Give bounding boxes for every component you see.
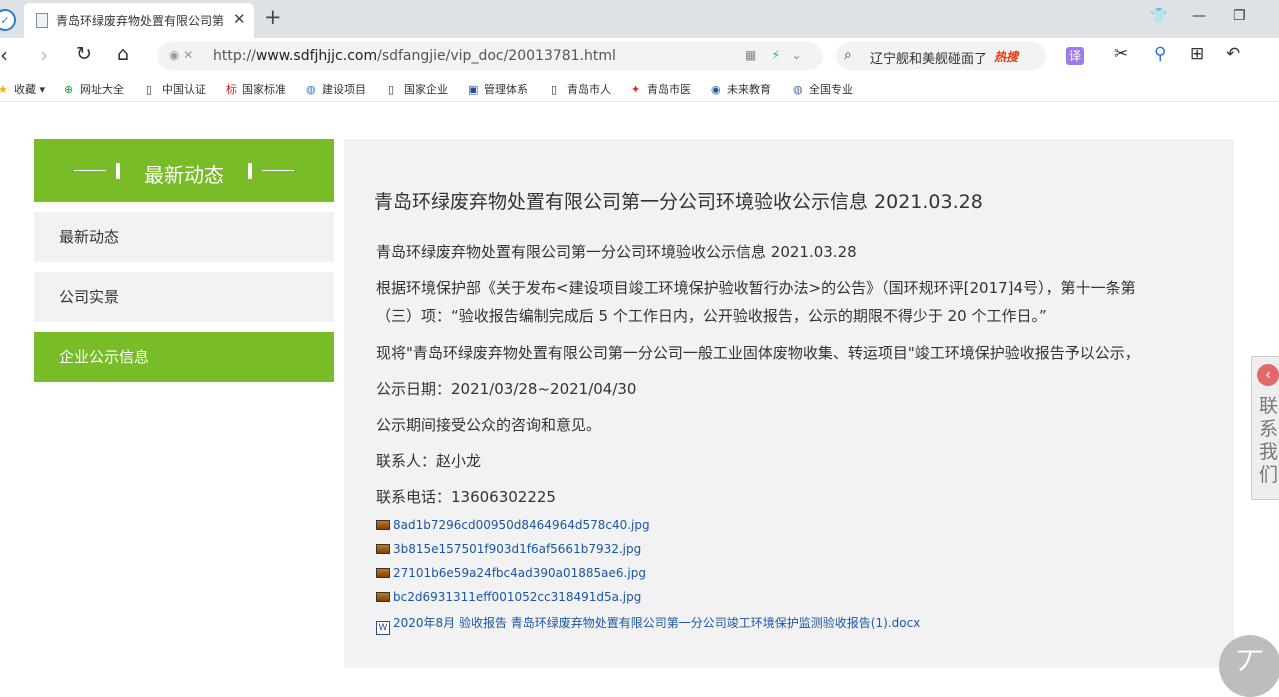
bookmark-item[interactable]: ▯ 青岛市人	[551, 81, 611, 97]
globe-icon: ◍	[306, 83, 316, 96]
star-icon: ★	[0, 83, 8, 96]
page-icon	[36, 13, 48, 28]
search-box[interactable]: ⌕ 辽宁舰和美舰碰面了 热搜	[836, 42, 1046, 70]
divider	[248, 163, 252, 179]
search-suggestion[interactable]: 辽宁舰和美舰碰面了	[870, 48, 987, 67]
article-line: 公示期间接受公众的咨询和意见。	[376, 416, 602, 434]
article-line: 根据环境保护部《关于发布<建设项目竣工环境保护验收暂行办法>的公告》（国环规环评…	[376, 279, 1136, 297]
image-file-icon	[376, 568, 390, 578]
article-title: 青岛环绿废弃物处置有限公司第一分公司环境验收公示信息 2021.03.28	[374, 191, 983, 213]
attachment-link[interactable]: 3b815e157501f903d1f6af5661b7932.jpg	[376, 542, 641, 556]
biao-icon: 标	[226, 83, 237, 96]
security-icon[interactable]: ◉ ✕	[169, 48, 193, 62]
translate-icon[interactable]: 译	[1066, 47, 1084, 65]
sidebar-title: 最新动态	[144, 163, 224, 187]
bookmark-item[interactable]: ▯ 国家企业	[388, 81, 448, 97]
sidebar-item-public-info[interactable]: 企业公示信息	[34, 332, 334, 382]
url-text[interactable]: http://www.sdfjhjjc.com/sdfangjie/vip_do…	[213, 48, 616, 64]
magnifier-icon[interactable]: ⚲	[1154, 44, 1166, 64]
restore-icon[interactable]: ❐	[1233, 8, 1246, 24]
contact-us-label: 联系我们	[1259, 395, 1279, 486]
scissors-icon[interactable]: ✂	[1114, 44, 1128, 64]
bookmark-item[interactable]: 标国家标准	[226, 81, 286, 97]
attachment-link[interactable]: W 2020年8月 验收报告 青岛环绿废弃物处置有限公司第一分公司竣工环境保护监测…	[376, 614, 920, 635]
grid-icon[interactable]: ⊞	[1190, 44, 1204, 64]
article-panel: 青岛环绿废弃物处置有限公司第一分公司环境验收公示信息 2021.03.28 青岛…	[344, 139, 1234, 668]
article-line: 青岛环绿废弃物处置有限公司第一分公司环境验收公示信息 2021.03.28	[376, 243, 857, 261]
sidebar-item-news[interactable]: 最新动态	[34, 212, 334, 262]
sidebar-header: 最新动态	[34, 139, 334, 202]
web-page: 最新动态 最新动态 公司实景 企业公示信息 青岛环绿废弃物处置有限公司第一分公司…	[0, 103, 1279, 697]
contact-phone: 联系电话：13606302225	[376, 488, 556, 506]
plus-circle-icon: ⊕	[64, 83, 74, 96]
bookmark-item[interactable]: ✦ 青岛市医	[631, 81, 691, 97]
shirt-icon[interactable]: 👕	[1150, 8, 1167, 24]
image-file-icon	[376, 544, 390, 554]
tab-strip: ✓ 青岛环绿废弃物处置有限公司第 ✕ + 👕 — ❐	[0, 0, 1279, 38]
bookmark-item[interactable]: ▣ 管理体系	[468, 81, 528, 97]
tab-close-icon[interactable]: ✕	[233, 10, 246, 28]
reload-icon[interactable]: ↻	[76, 43, 92, 65]
blue-square-icon: ▣	[468, 83, 479, 96]
arrow-left-icon: ‹	[1257, 364, 1279, 386]
bookmark-item[interactable]: ◍ 全国专业	[793, 81, 853, 97]
contact-us-tab[interactable]: ‹ 联系我们	[1251, 356, 1279, 500]
home-icon[interactable]: ⌂	[117, 43, 129, 65]
emblem-icon: ◉	[711, 83, 721, 96]
contact-person: 联系人：赵小龙	[376, 452, 482, 470]
publication-date: 公示日期：2021/03/28~2021/04/30	[376, 380, 637, 398]
forward-icon[interactable]: ›	[40, 43, 48, 67]
hot-search-badge[interactable]: 热搜	[994, 48, 1018, 65]
bookmark-item[interactable]: ◉ 未来教育	[711, 81, 771, 97]
address-toolbar: ‹ › ↻ ⌂ ◉ ✕ http://www.sdfjhjjc.com/sdfa…	[0, 38, 1279, 74]
page-icon: ▯	[551, 83, 558, 96]
address-bar[interactable]: ◉ ✕ http://www.sdfjhjjc.com/sdfangjie/vi…	[157, 42, 823, 70]
red-emblem-icon: ✦	[631, 83, 641, 96]
undo-icon[interactable]: ↶	[1226, 44, 1240, 64]
bookmark-item[interactable]: ⊕ 网址大全	[64, 81, 124, 97]
active-tab[interactable]: 青岛环绿废弃物处置有限公司第 ✕	[24, 3, 254, 38]
new-tab-button[interactable]: +	[264, 5, 282, 29]
globe-icon: ◍	[793, 83, 803, 96]
search-icon: ⌕	[844, 47, 852, 63]
article-line: 现将"青岛环绿废弃物处置有限公司第一分公司一般工业固体废物收集、转运项目"竣工环…	[376, 344, 1140, 362]
divider	[262, 170, 294, 171]
bookmark-item[interactable]: ◍ 建设项目	[306, 81, 366, 97]
image-file-icon	[376, 520, 390, 530]
tab-title: 青岛环绿废弃物处置有限公司第	[56, 14, 225, 28]
browser-logo-icon[interactable]: ✓	[0, 9, 16, 31]
word-file-icon: W	[376, 621, 390, 635]
attachment-link[interactable]: 8ad1b7296cd00950d8464964d578c40.jpg	[376, 518, 650, 532]
bookmark-favorites[interactable]: ★ 收藏 ▾	[0, 81, 45, 97]
minimize-icon[interactable]: —	[1192, 8, 1206, 24]
image-file-icon	[376, 592, 390, 602]
page-icon: ▯	[388, 83, 395, 96]
back-to-top-button[interactable]: 丆	[1219, 635, 1279, 697]
qr-icon[interactable]: ▦ ⚡ ⌄	[745, 48, 802, 62]
bookmarks-bar: ★ 收藏 ▾ ⊕ 网址大全 ▯ 中国认证 标国家标准 ◍ 建设项目 ▯ 国家企业 ▣ 管理体…	[0, 74, 1279, 102]
page-icon: ▯	[146, 83, 153, 96]
attachment-link[interactable]: bc2d6931311eff001052cc318491d5a.jpg	[376, 590, 641, 604]
bookmark-item[interactable]: ▯ 中国认证	[146, 81, 206, 97]
back-icon[interactable]: ‹	[0, 43, 8, 67]
sidebar-item-company-photos[interactable]: 公司实景	[34, 272, 334, 322]
article-line: （三）项：“验收报告编制完成后 5 个工作日内，公开验收报告，公示的期限不得少于…	[376, 307, 1047, 325]
attachment-link[interactable]: 27101b6e59a24fbc4ad390a01885ae6.jpg	[376, 566, 646, 580]
